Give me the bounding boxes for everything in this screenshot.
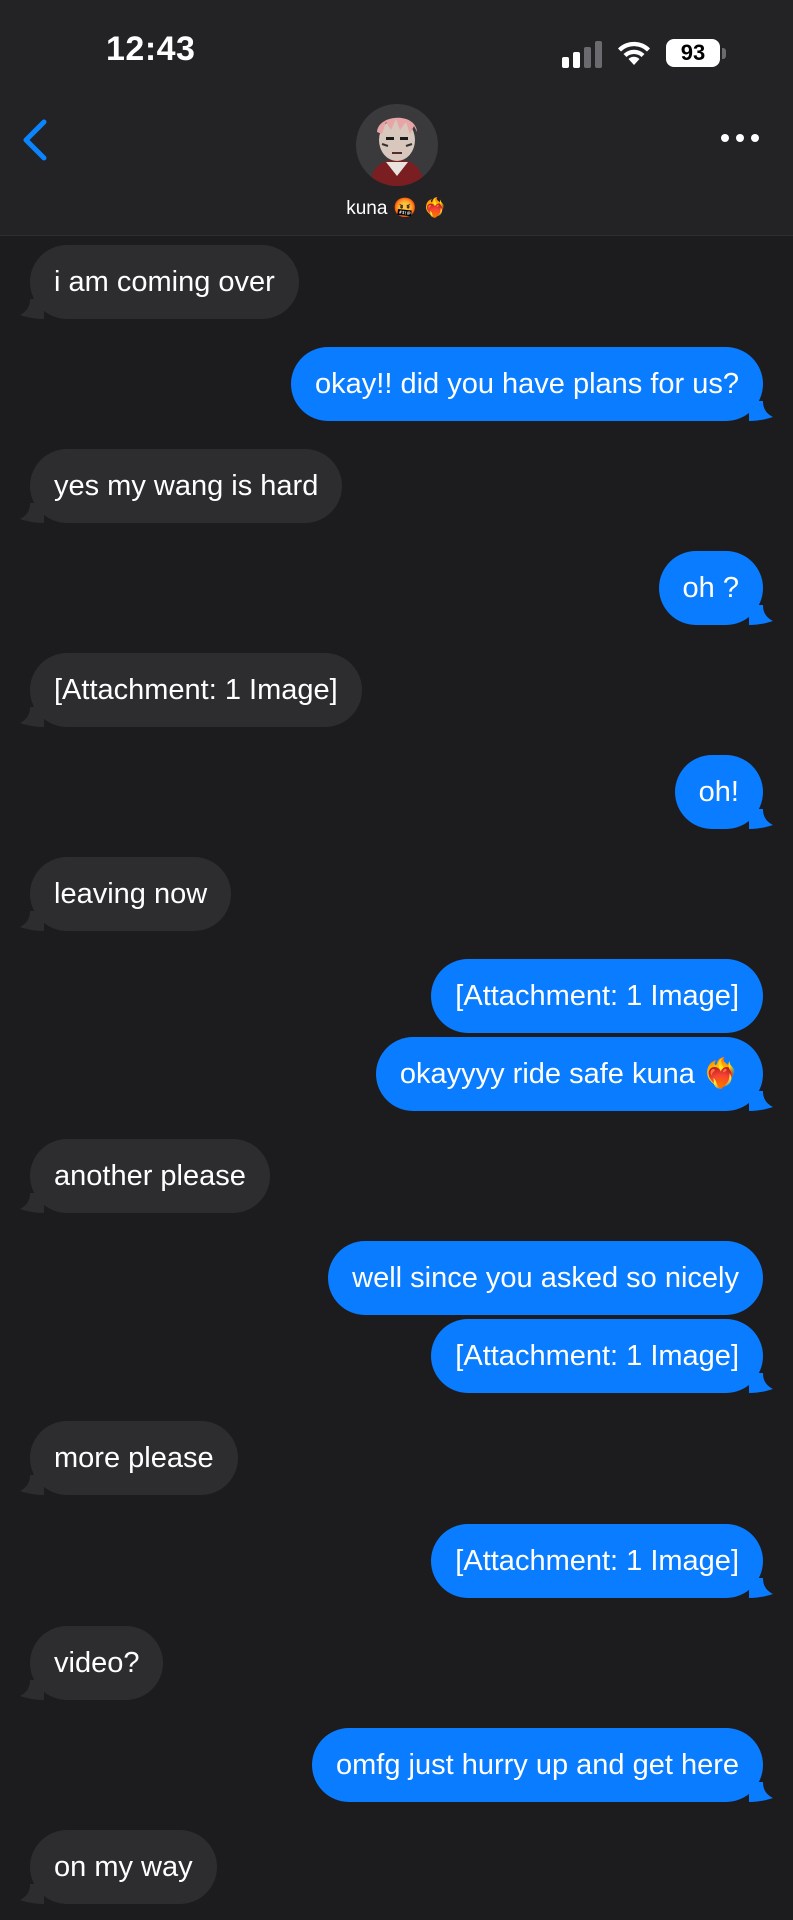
status-time: 12:43: [106, 30, 196, 68]
bubble-tail: [20, 1884, 44, 1904]
message-bubble-outgoing[interactable]: [Attachment: 1 Image]: [431, 1319, 773, 1393]
wifi-icon: [618, 41, 650, 65]
bubble-tail: [749, 1091, 773, 1111]
conversation-header: 12:43 93 kuna 🤬 ❤️‍🔥: [0, 0, 793, 236]
battery-indicator: 93: [666, 39, 720, 67]
message-bubble-outgoing[interactable]: oh ?: [658, 551, 773, 625]
message-text: oh!: [698, 776, 739, 808]
bubble-tail: [20, 707, 44, 727]
bubble-tail: [749, 1578, 773, 1598]
message-bubble-incoming[interactable]: more please: [20, 1421, 238, 1495]
message-bubble-outgoing[interactable]: omfg just hurry up and get here: [311, 1728, 773, 1802]
message-text: omfg just hurry up and get here: [335, 1749, 739, 1781]
message-text: on my way: [54, 1851, 193, 1883]
bubble-tail: [20, 1475, 44, 1495]
message-bubble-outgoing[interactable]: [Attachment: 1 Image]: [431, 959, 763, 1033]
bubble-tail: [749, 1373, 773, 1393]
message-bubble-incoming[interactable]: leaving now: [20, 857, 232, 931]
contact-emojis: 🤬 ❤️‍🔥: [393, 197, 447, 219]
back-chevron-icon[interactable]: [20, 118, 50, 162]
message-bubble-outgoing[interactable]: oh!: [674, 755, 773, 829]
message-bubble-incoming[interactable]: i am coming over: [20, 245, 299, 319]
message-bubble-outgoing[interactable]: well since you asked so nicely: [328, 1241, 763, 1315]
message-bubble-incoming[interactable]: video?: [20, 1626, 164, 1700]
message-text: yes my wang is hard: [54, 470, 319, 502]
message-text: video?: [54, 1647, 140, 1679]
message-bubble-incoming[interactable]: another please: [20, 1139, 270, 1213]
message-text: leaving now: [54, 878, 208, 910]
contact-name-row[interactable]: kuna 🤬 ❤️‍🔥: [0, 196, 793, 220]
message-bubble-incoming[interactable]: on my way: [20, 1830, 217, 1904]
message-text: [Attachment: 1 Image]: [455, 1340, 739, 1372]
message-text: another please: [54, 1160, 246, 1192]
bubble-tail: [20, 1193, 44, 1213]
bubble-tail: [749, 605, 773, 625]
message-bubble-outgoing[interactable]: okay!! did you have plans for us?: [291, 347, 773, 421]
more-options-icon[interactable]: [718, 126, 762, 150]
bubble-tail: [20, 503, 44, 523]
message-text: i am coming over: [54, 266, 275, 298]
message-text: oh ?: [682, 572, 739, 604]
bubble-tail: [20, 1680, 44, 1700]
battery-cap: [722, 48, 726, 59]
message-bubble-outgoing[interactable]: [Attachment: 1 Image]: [431, 1524, 773, 1598]
message-text: more please: [54, 1442, 214, 1474]
contact-name: kuna: [346, 198, 388, 219]
message-text: well since you asked so nicely: [352, 1262, 739, 1294]
message-bubble-outgoing[interactable]: okayyyy ride safe kuna ❤️‍🔥: [375, 1037, 773, 1111]
message-text: [Attachment: 1 Image]: [54, 674, 338, 706]
bubble-tail: [749, 401, 773, 421]
contact-avatar[interactable]: [356, 104, 438, 186]
avatar-image: [356, 104, 438, 186]
message-text: okayyyy ride safe kuna ❤️‍🔥: [399, 1058, 739, 1090]
bubble-tail: [20, 911, 44, 931]
message-bubble-incoming[interactable]: yes my wang is hard: [20, 449, 343, 523]
bubble-tail: [749, 809, 773, 829]
message-bubble-incoming[interactable]: [Attachment: 1 Image]: [20, 653, 362, 727]
bubble-tail: [749, 1782, 773, 1802]
message-text: [Attachment: 1 Image]: [455, 1545, 739, 1577]
cellular-signal-icon: [562, 40, 604, 68]
bubble-tail: [20, 299, 44, 319]
message-text: okay!! did you have plans for us?: [315, 368, 739, 400]
message-text: [Attachment: 1 Image]: [455, 980, 739, 1012]
